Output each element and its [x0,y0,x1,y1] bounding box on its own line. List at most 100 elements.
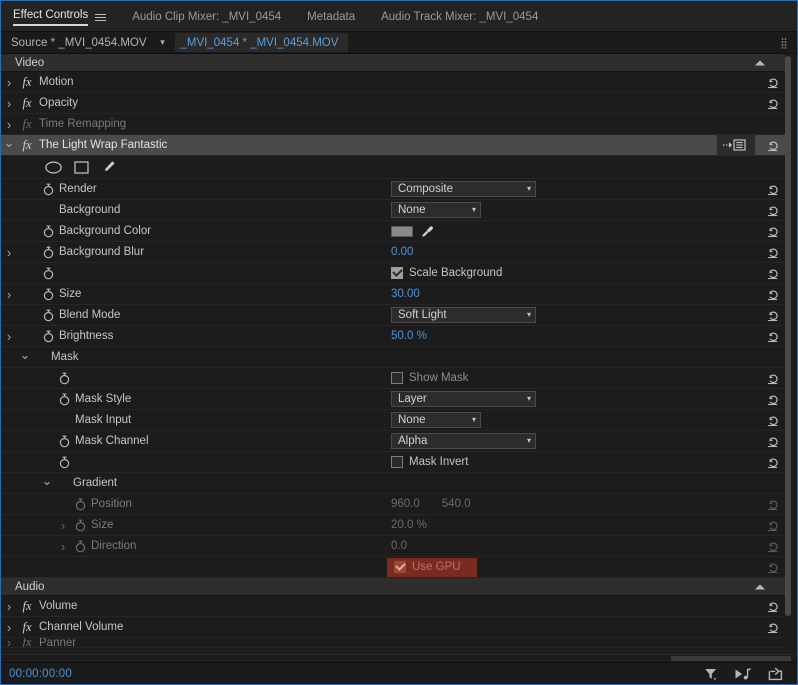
chevron-down-icon[interactable] [1,135,17,155]
hamburger-menu-icon[interactable] [95,13,107,22]
effect-row-motion[interactable]: fx Motion [1,72,791,93]
direction-value[interactable]: 0.0 [391,540,407,552]
param-row-size[interactable]: Size 30.00 [1,284,791,305]
fx-icon[interactable]: fx [17,138,37,153]
effect-list-scroll-area[interactable]: Video fx Motion fx [1,54,797,654]
audio-section-header[interactable]: Audio [1,578,791,596]
chevron-down-icon[interactable] [39,473,55,493]
effect-options-icon[interactable] [717,135,755,155]
chevron-right-icon[interactable] [1,242,17,262]
blend-mode-dropdown[interactable]: Soft Light ▾ [391,307,536,323]
drag-grip-icon[interactable] [781,37,787,48]
chevron-right-icon[interactable] [1,326,17,346]
position-x-value[interactable]: 960.0 [391,498,420,510]
effect-row-opacity[interactable]: fx Opacity [1,93,791,114]
fx-icon[interactable]: fx [17,75,37,90]
background-blur-value[interactable]: 0.00 [391,246,413,258]
active-clip-chip[interactable]: _MVI_0454 * _MVI_0454.MOV [174,33,349,52]
stopwatch-icon[interactable] [55,368,73,388]
fx-icon[interactable]: fx [17,620,37,635]
param-group-gradient[interactable]: Gradient [1,473,791,494]
export-frame-icon[interactable] [768,667,783,681]
stopwatch-icon[interactable] [39,305,57,325]
render-dropdown[interactable]: Composite ▾ [391,181,536,197]
mask-style-dropdown[interactable]: Layer ▾ [391,391,536,407]
stopwatch-icon[interactable] [71,536,89,556]
ellipse-mask-icon[interactable] [45,160,62,174]
param-row-show-mask[interactable]: Show Mask [1,368,791,389]
chevron-right-icon[interactable] [1,596,17,616]
mask-channel-dropdown[interactable]: Alpha ▾ [391,433,536,449]
chevron-down-icon[interactable]: ▾ [155,37,171,48]
scale-background-checkbox[interactable] [391,267,403,279]
brightness-value[interactable]: 50.0 % [391,330,427,342]
tab-metadata[interactable]: Metadata [295,2,369,32]
use-gpu-toggle[interactable]: Use GPU [387,557,477,577]
param-row-blend-mode[interactable]: Blend Mode Soft Light ▾ [1,305,791,326]
effect-row-panner[interactable]: fx Panner [1,638,791,648]
rectangle-mask-icon[interactable] [74,160,89,174]
tab-audio-track-mixer[interactable]: Audio Track Mixer: _MVI_0454 [369,2,552,32]
param-row-brightness[interactable]: Brightness 50.0 % [1,326,791,347]
param-row-scale-background[interactable]: Scale Background [1,263,791,284]
effect-timeline-strip[interactable] [1,654,797,662]
fx-icon[interactable]: fx [17,638,37,647]
tab-audio-clip-mixer[interactable]: Audio Clip Mixer: _MVI_0454 [120,2,295,32]
play-audio-icon[interactable] [734,667,752,681]
fx-icon[interactable]: fx [17,117,37,132]
param-row-position[interactable]: Position 960.0 540.0 [1,494,791,515]
stopwatch-icon[interactable] [55,389,73,409]
triangle-up-icon[interactable] [755,584,765,589]
fx-icon[interactable]: fx [17,599,37,614]
stopwatch-icon[interactable] [55,431,73,451]
stopwatch-icon[interactable] [39,242,57,262]
effect-row-volume[interactable]: fx Volume [1,596,791,617]
stopwatch-icon[interactable] [71,494,89,514]
stopwatch-icon[interactable] [55,452,73,472]
param-row-direction[interactable]: Direction 0.0 [1,536,791,557]
use-gpu-checkbox[interactable] [394,561,406,573]
size-value[interactable]: 30.00 [391,288,420,300]
chevron-right-icon[interactable] [1,93,17,113]
chevron-right-icon[interactable] [1,72,17,92]
vertical-scrollbar[interactable] [785,54,791,654]
param-row-mask-style[interactable]: Mask Style Layer ▾ [1,389,791,410]
param-row-mask-invert[interactable]: Mask Invert [1,452,791,473]
param-row-use-gpu[interactable]: Use GPU [1,557,791,578]
stopwatch-icon[interactable] [39,326,57,346]
chevron-down-icon[interactable] [17,347,33,367]
param-row-background-color[interactable]: Background Color [1,221,791,242]
pen-tool-icon[interactable] [101,160,116,174]
gradient-size-value[interactable]: 20.0 % [391,519,427,531]
triangle-up-icon[interactable] [755,60,765,65]
mask-input-dropdown[interactable]: None ▾ [391,412,481,428]
stopwatch-icon[interactable] [39,221,57,241]
param-row-background-blur[interactable]: Background Blur 0.00 [1,242,791,263]
mask-invert-checkbox[interactable] [391,456,403,468]
position-y-value[interactable]: 540.0 [442,498,471,510]
chevron-right-icon[interactable] [1,638,17,647]
stopwatch-icon[interactable] [39,284,57,304]
chevron-right-icon[interactable] [1,284,17,304]
effect-row-the-light-wrap-fantastic[interactable]: fx The Light Wrap Fantastic [1,135,791,156]
background-color-swatch[interactable] [391,225,413,237]
fx-icon[interactable]: fx [17,96,37,111]
background-dropdown[interactable]: None ▾ [391,202,481,218]
stopwatch-icon[interactable] [39,179,57,199]
param-row-render[interactable]: Render Composite ▾ [1,179,791,200]
stopwatch-icon[interactable] [39,263,57,283]
param-row-mask-channel[interactable]: Mask Channel Alpha ▾ [1,431,791,452]
video-section-header[interactable]: Video [1,54,791,72]
chevron-right-icon[interactable] [55,536,71,556]
param-row-mask-input[interactable]: Mask Input None ▾ [1,410,791,431]
eyedropper-icon[interactable] [421,225,434,238]
effect-row-time-remapping[interactable]: fx Time Remapping [1,114,791,135]
tab-effect-controls[interactable]: Effect Controls [1,2,120,32]
stopwatch-icon[interactable] [71,515,89,535]
scrollbar-thumb[interactable] [785,56,791,616]
show-mask-checkbox[interactable] [391,372,403,384]
filter-icon[interactable] [704,667,718,681]
chevron-right-icon[interactable] [1,114,17,134]
timecode-display[interactable]: 00:00:00:00 [9,668,72,680]
effect-row-channel-volume[interactable]: fx Channel Volume [1,617,791,638]
